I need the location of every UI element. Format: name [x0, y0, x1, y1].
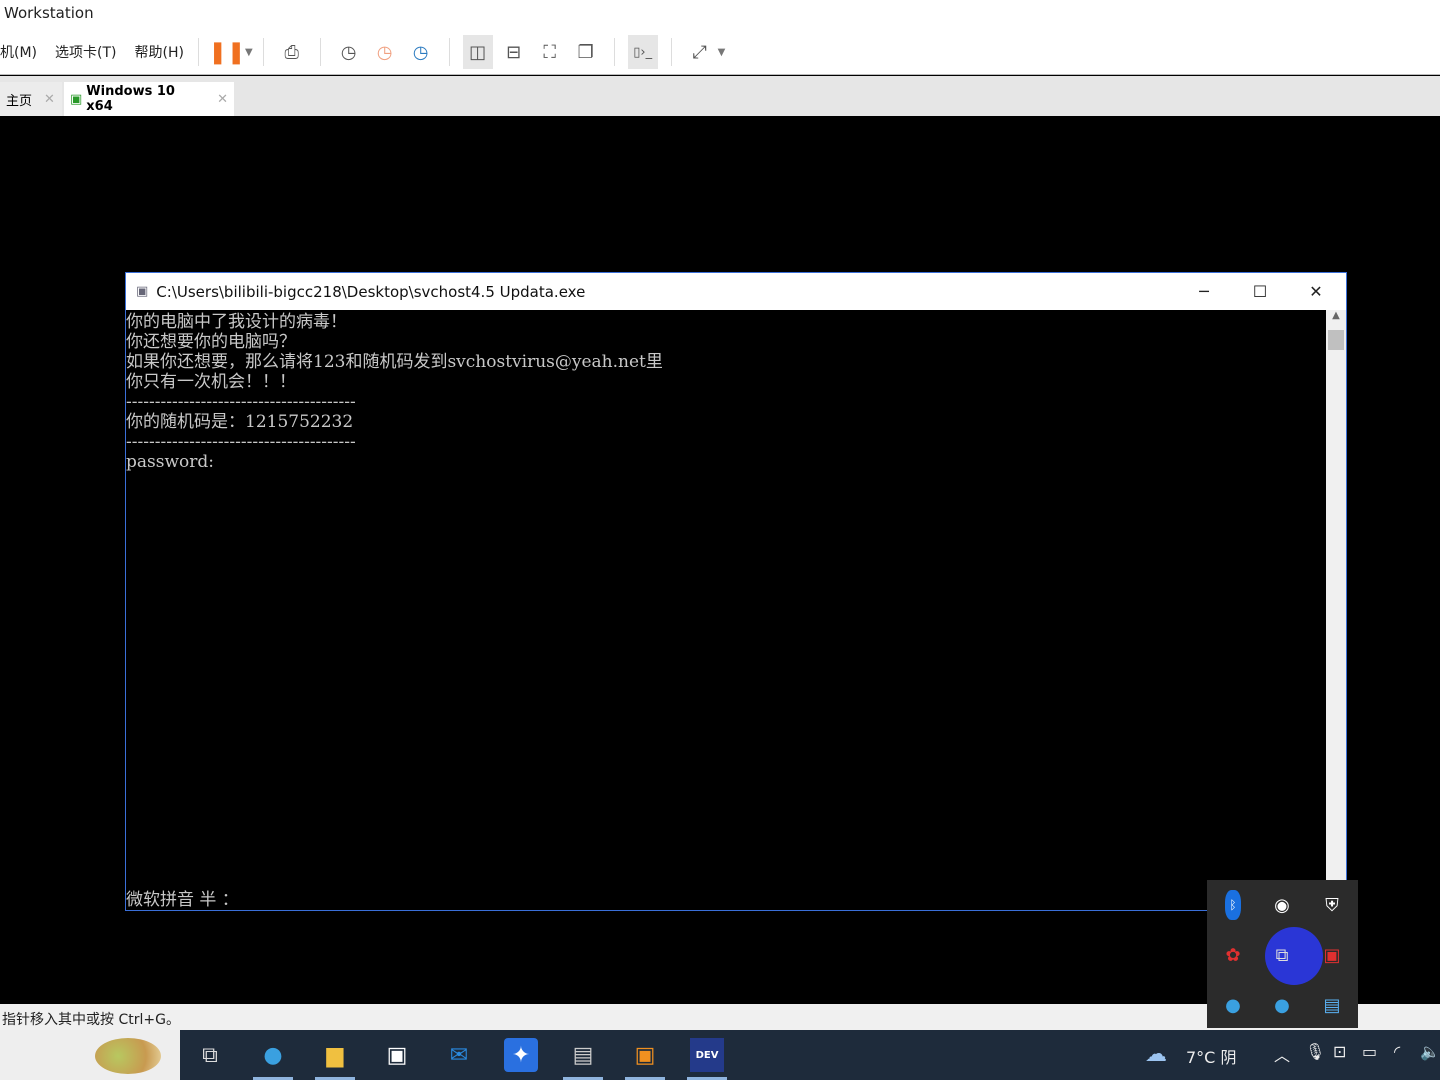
console-line: ---------------------------------------- — [126, 432, 356, 452]
close-button[interactable]: ✕ — [1288, 273, 1344, 310]
close-icon[interactable]: ✕ — [44, 92, 55, 107]
chevron-up-icon[interactable]: ︿ — [1274, 1042, 1290, 1066]
security-icon[interactable]: ⛨ — [1317, 890, 1347, 920]
chevron-down-icon[interactable]: ▼ — [718, 47, 726, 58]
ime-status: 微软拼音 半 ： — [126, 890, 239, 910]
vmware-tray-icon[interactable]: ⧉ — [1267, 940, 1297, 970]
tab-label: 主页 — [6, 93, 33, 109]
wifi-icon[interactable]: ◜ — [1394, 1042, 1400, 1061]
device-icon[interactable]: ▤ — [566, 1038, 600, 1072]
unity-icon[interactable]: ❐ — [571, 35, 601, 69]
console-line: 如果你还想要，那么请将123和随机码发到svchostvirus@yeah.ne… — [126, 352, 663, 372]
divider — [197, 38, 199, 66]
app-tray-icon[interactable]: ✿ — [1218, 940, 1248, 970]
menu-tabs[interactable]: 选项卡(T) — [55, 42, 116, 62]
minimize-button[interactable]: ─ — [1176, 273, 1232, 310]
tab-windows-10[interactable]: ▣ Windows 10 x64 ✕ — [64, 82, 234, 116]
console-line: 你只有一次机会！！！ — [126, 372, 296, 392]
edge-icon[interactable]: ● — [256, 1038, 290, 1072]
edge-tray-icon[interactable]: ● — [1267, 990, 1297, 1020]
maximize-button[interactable]: ☐ — [1232, 273, 1288, 310]
console-line: 你的电脑中了我设计的病毒！ — [126, 312, 347, 332]
mail-icon[interactable]: ✉ — [442, 1038, 476, 1072]
scrollbar[interactable]: ▲ — [1326, 310, 1346, 910]
bluetooth-icon[interactable]: ᛒ — [1225, 890, 1241, 920]
scroll-thumb[interactable] — [1328, 330, 1344, 350]
close-icon[interactable]: ✕ — [217, 92, 228, 107]
microphone-icon[interactable]: 🎙 — [1305, 1042, 1325, 1061]
pause-icon[interactable]: ❚❚ — [209, 35, 246, 69]
tab-bar: 主页 ✕ ▣ Windows 10 x64 ✕ — [0, 76, 1440, 116]
console-window[interactable]: ▣ C:\Users\bilibili-bigcc218\Desktop\svc… — [125, 272, 1347, 911]
snapshot-icon[interactable]: ◷ — [334, 35, 364, 69]
console-line: 你还想要你的电脑吗？ — [126, 332, 296, 352]
record-icon[interactable]: ◉ — [1267, 890, 1297, 920]
vm-icon: ▣ — [70, 91, 83, 107]
feishu-icon[interactable]: ✦ — [504, 1038, 538, 1072]
dev-cpp-icon[interactable]: DEV — [690, 1038, 724, 1072]
tray-overflow-popup: ᛒ ◉ ⛨ ✿ ⧉ ▣ ● ● ▤ — [1207, 880, 1358, 1028]
vmware-icon[interactable]: ▣ — [628, 1038, 662, 1072]
console-titlebar: ▣ C:\Users\bilibili-bigcc218\Desktop\svc… — [126, 273, 1346, 310]
recorder-icon[interactable]: ▣ — [1317, 940, 1347, 970]
console-app-icon: ▣ — [136, 284, 149, 299]
send-ctrl-alt-del-icon[interactable]: ⎙ — [277, 35, 307, 69]
window-tray-icon[interactable]: ▤ — [1317, 990, 1347, 1020]
divider — [613, 38, 615, 66]
divider — [448, 38, 450, 66]
battery-icon[interactable]: ▭ — [1362, 1042, 1377, 1061]
divider — [670, 38, 672, 66]
stretch-icon[interactable]: ⤢ — [685, 35, 715, 69]
menu-help[interactable]: 帮助(H) — [135, 42, 184, 62]
store-icon[interactable]: ▣ — [380, 1038, 414, 1072]
console-title: C:\Users\bilibili-bigcc218\Desktop\svcho… — [156, 282, 586, 301]
desktop-pistachio-image — [0, 1030, 180, 1080]
weather-text[interactable]: 7°C 阴 — [1186, 1044, 1236, 1068]
fullscreen-icon[interactable]: ⛶ — [535, 35, 565, 69]
console-line: ---------------------------------------- — [126, 392, 356, 412]
task-view-icon[interactable]: ⧉ — [193, 1038, 227, 1072]
tab-home[interactable]: 主页 ✕ — [0, 82, 62, 116]
divider — [319, 38, 321, 66]
revert-snapshot-icon[interactable]: ◷ — [370, 35, 400, 69]
console-output[interactable]: 你的电脑中了我设计的病毒！ 你还想要你的电脑吗？ 如果你还想要，那么请将123和… — [126, 310, 1326, 910]
sidebar-view-icon[interactable]: ◫ — [462, 35, 493, 69]
console-line: 你的随机码是：1215752232 — [126, 412, 354, 432]
file-explorer-icon[interactable]: ▆ — [318, 1038, 352, 1072]
console-icon[interactable]: ▯›_ — [627, 35, 658, 69]
taskbar: ⧉ ● ▆ ▣ ✉ ✦ ▤ ▣ DEV ☁ 7°C 阴 ︿ 🎙 ⊡ ▭ ◜ 🔈 — [0, 1030, 1440, 1080]
display-icon[interactable]: ⊡ — [1333, 1042, 1346, 1061]
chevron-down-icon[interactable]: ▼ — [245, 47, 253, 58]
console-line: password: — [126, 452, 214, 472]
menu-vm[interactable]: 机(M) — [0, 42, 37, 62]
scroll-up-icon[interactable]: ▲ — [1326, 310, 1346, 328]
cloud-icon: ☁ — [1145, 1042, 1167, 1067]
volume-icon[interactable]: 🔈 — [1420, 1042, 1440, 1061]
snapshot-manager-icon[interactable]: ◷ — [406, 35, 436, 69]
app-title: Workstation — [0, 0, 1440, 30]
tab-label: Windows 10 x64 — [86, 84, 175, 114]
thumbnail-view-icon[interactable]: ⊟ — [499, 35, 529, 69]
divider — [262, 38, 264, 66]
menu-toolbar: 机(M) 选项卡(T) 帮助(H) ❚❚ ▼ ⎙ ◷ ◷ ◷ ◫ ⊟ ⛶ ❐ ▯… — [0, 30, 1440, 75]
edge-tray-icon[interactable]: ● — [1218, 990, 1248, 1020]
